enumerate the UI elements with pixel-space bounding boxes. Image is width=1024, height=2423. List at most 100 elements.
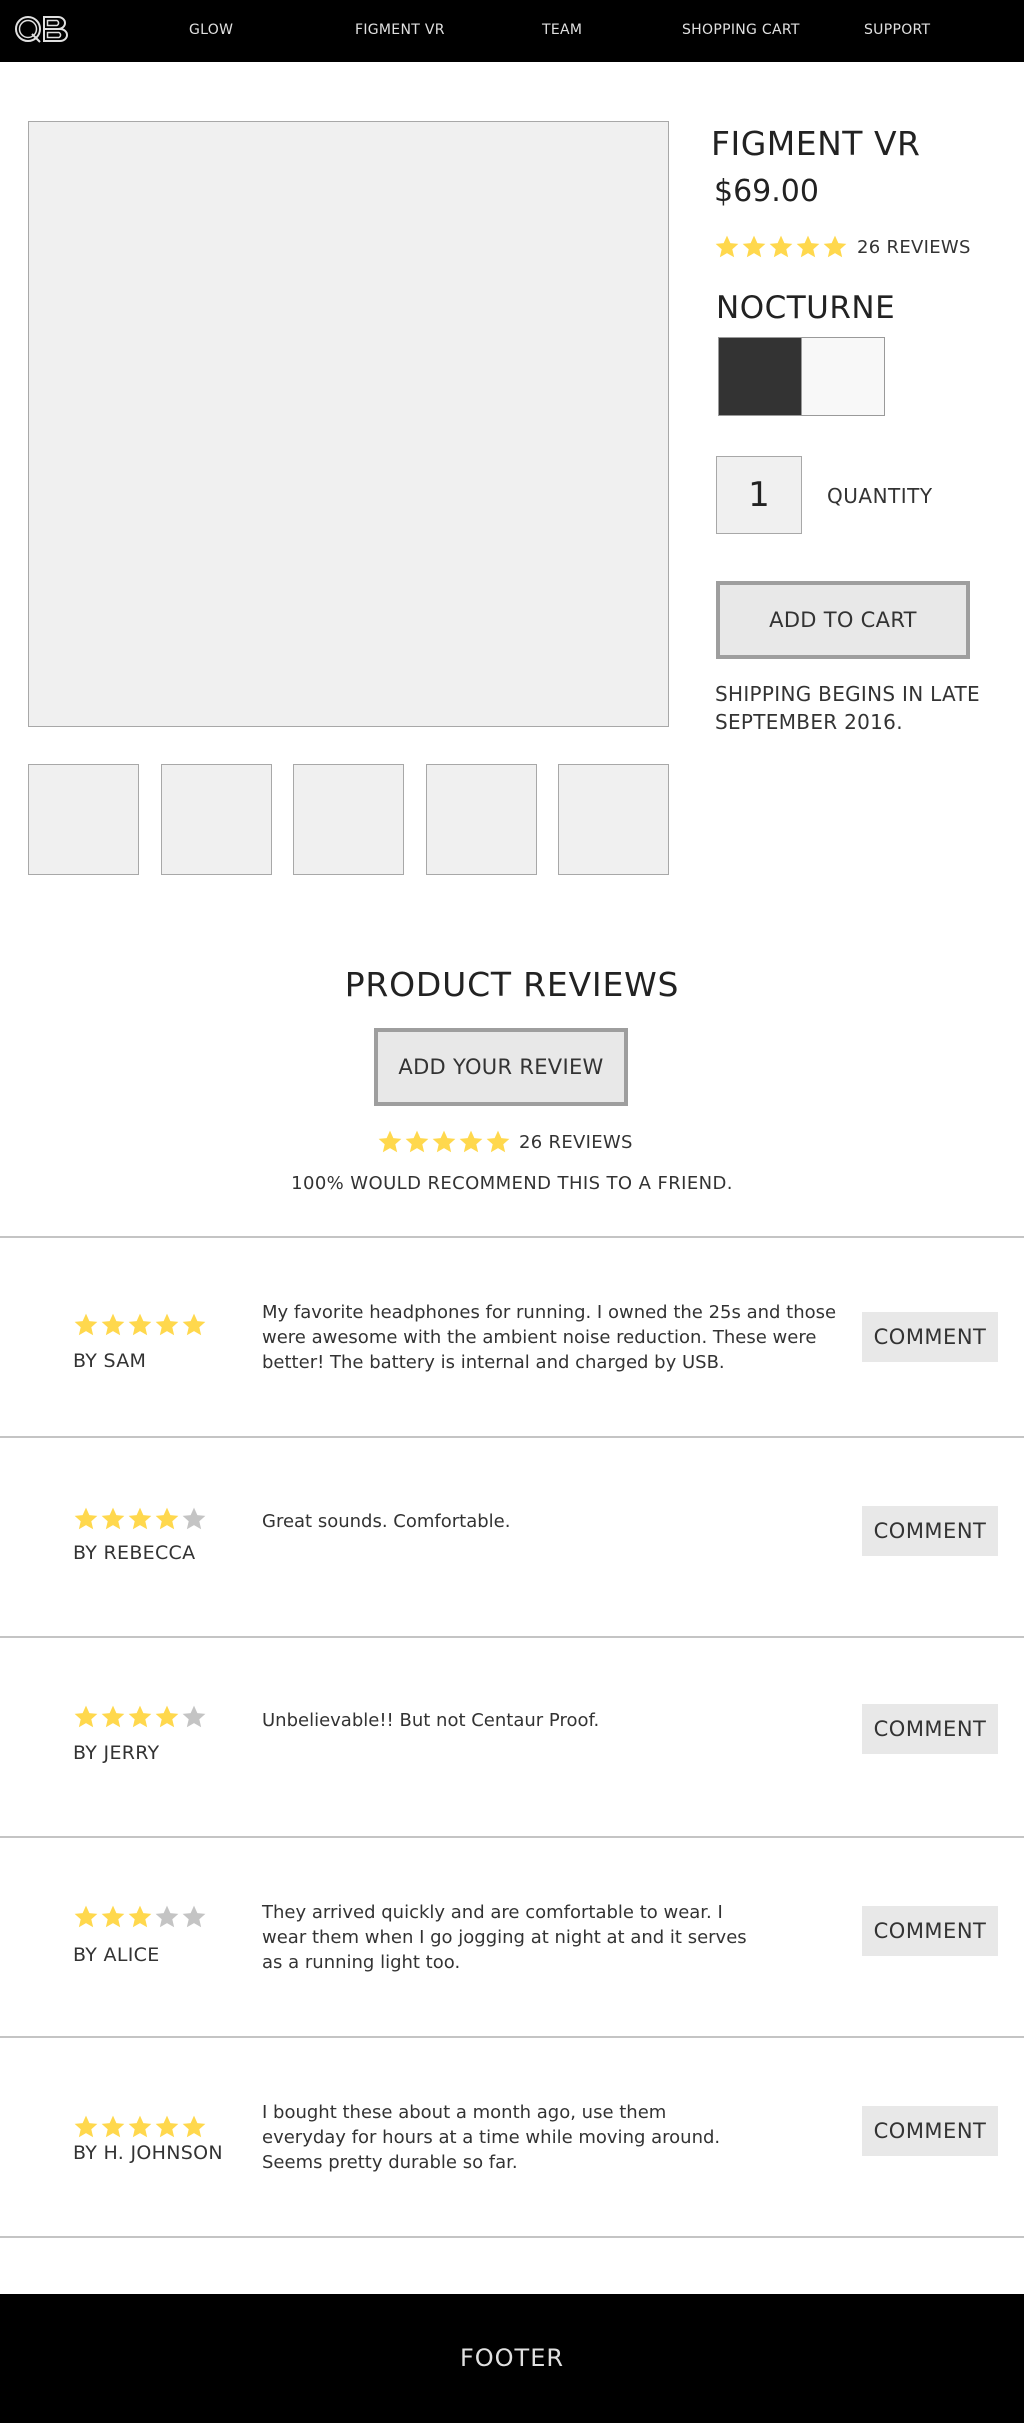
review-row: BY ALICE They arrived quickly and are co… xyxy=(0,1838,1024,2036)
star-filled-icon xyxy=(155,1313,179,1336)
review-text-line: My favorite headphones for running. I ow… xyxy=(262,1302,837,1323)
star-filled-icon xyxy=(742,235,766,258)
qb-logo[interactable] xyxy=(14,14,68,44)
swatch-nocturne[interactable] xyxy=(718,337,802,416)
swatch-white[interactable] xyxy=(801,337,885,416)
star-filled-icon xyxy=(155,1507,179,1530)
footer: FOOTER xyxy=(0,2294,1024,2423)
review-author: BY JERRY xyxy=(73,1742,160,1764)
reviews-rating-stars xyxy=(377,1129,511,1155)
review-row: BY SAM My favorite headphones for runnin… xyxy=(0,1238,1024,1436)
nav-team[interactable]: TEAM xyxy=(542,22,582,38)
comment-button[interactable]: COMMENT xyxy=(862,1506,998,1556)
product-thumbnail[interactable] xyxy=(426,764,537,875)
review-text-line: Unbelievable!! But not Centaur Proof. xyxy=(262,1710,600,1731)
star-filled-icon xyxy=(74,1905,98,1928)
star-filled-icon xyxy=(101,1905,125,1928)
review-text: My favorite headphones for running. I ow… xyxy=(262,1300,836,1375)
nav-figment-vr[interactable]: FIGMENT VR xyxy=(355,22,445,38)
review-stars xyxy=(73,1904,207,1930)
review-stars xyxy=(73,1704,207,1730)
star-filled-icon xyxy=(74,1313,98,1336)
product-thumbnail[interactable] xyxy=(293,764,404,875)
review-text-line: wear them when I go jogging at night at … xyxy=(262,1927,747,1948)
review-text-line: better! The battery is internal and char… xyxy=(262,1352,725,1373)
star-filled-icon xyxy=(128,1705,152,1728)
review-text-line: Great sounds. Comfortable. xyxy=(262,1511,511,1532)
review-row: BY H. JOHNSON I bought these about a mon… xyxy=(0,2038,1024,2236)
review-author: BY H. JOHNSON xyxy=(73,2142,223,2164)
star-filled-icon xyxy=(74,1507,98,1530)
star-filled-icon xyxy=(769,235,793,258)
review-text: They arrived quickly and are comfortable… xyxy=(262,1900,747,1975)
star-filled-icon xyxy=(101,1313,125,1336)
star-filled-icon xyxy=(74,1705,98,1728)
star-filled-icon xyxy=(155,1705,179,1728)
review-text-line: I bought these about a month ago, use th… xyxy=(262,2102,667,2123)
star-filled-icon xyxy=(101,2115,125,2138)
divider xyxy=(0,2236,1024,2238)
star-filled-icon xyxy=(182,1313,206,1336)
quantity-label: QUANTITY xyxy=(827,484,933,508)
review-text-line: were awesome with the ambient noise redu… xyxy=(262,1327,817,1348)
star-empty-icon xyxy=(182,1507,206,1530)
product-thumbnail[interactable] xyxy=(558,764,669,875)
star-filled-icon xyxy=(823,235,847,258)
star-filled-icon xyxy=(128,2115,152,2138)
quantity-input[interactable]: 1 xyxy=(716,456,802,534)
review-author: BY SAM xyxy=(73,1350,147,1372)
star-filled-icon xyxy=(101,1705,125,1728)
star-filled-icon xyxy=(155,2115,179,2138)
comment-button[interactable]: COMMENT xyxy=(862,1906,998,1956)
review-row: BY REBECCA Great sounds. Comfortable. CO… xyxy=(0,1438,1024,1636)
star-filled-icon xyxy=(405,1130,429,1153)
product-thumbnail[interactable] xyxy=(28,764,139,875)
add-to-cart-button[interactable]: ADD TO CART xyxy=(716,581,970,659)
shipping-note: SHIPPING BEGINS IN LATE SEPTEMBER 2016. xyxy=(715,682,980,734)
review-stars xyxy=(73,1312,207,1338)
add-review-button[interactable]: ADD YOUR REVIEW xyxy=(374,1028,628,1106)
comment-button[interactable]: COMMENT xyxy=(862,2106,998,2156)
review-text: Unbelievable!! But not Centaur Proof. xyxy=(262,1708,599,1733)
product-title: FIGMENT VR xyxy=(711,124,921,163)
recommend-text: 100% WOULD RECOMMEND THIS TO A FRIEND. xyxy=(291,1173,733,1194)
star-empty-icon xyxy=(155,1905,179,1928)
star-filled-icon xyxy=(128,1507,152,1530)
product-reviews-link[interactable]: 26 REVIEWS xyxy=(857,237,971,258)
star-filled-icon xyxy=(128,1313,152,1336)
star-filled-icon xyxy=(128,1905,152,1928)
star-filled-icon xyxy=(378,1130,402,1153)
star-filled-icon xyxy=(715,235,739,258)
review-row: BY JERRY Unbelievable!! But not Centaur … xyxy=(0,1638,1024,1836)
review-author: BY REBECCA xyxy=(73,1542,196,1564)
comment-button[interactable]: COMMENT xyxy=(862,1704,998,1754)
star-empty-icon xyxy=(182,1705,206,1728)
review-text-line: everyday for hours at a time while movin… xyxy=(262,2127,721,2148)
star-filled-icon xyxy=(432,1130,456,1153)
star-filled-icon xyxy=(182,2115,206,2138)
star-filled-icon xyxy=(74,2115,98,2138)
star-filled-icon xyxy=(459,1130,483,1153)
nav-shopping-cart[interactable]: SHOPPING CART xyxy=(682,22,800,38)
review-text-line: as a running light too. xyxy=(262,1952,461,1973)
top-navigation: GLOW FIGMENT VR TEAM SHOPPING CART SUPPO… xyxy=(0,0,1024,62)
nav-glow[interactable]: GLOW xyxy=(189,22,233,38)
review-text-line: Seems pretty durable so far. xyxy=(262,2152,518,2173)
star-filled-icon xyxy=(796,235,820,258)
review-text: Great sounds. Comfortable. xyxy=(262,1509,510,1534)
comment-button[interactable]: COMMENT xyxy=(862,1312,998,1362)
product-price: $69.00 xyxy=(714,174,819,209)
reviews-title: PRODUCT REVIEWS xyxy=(344,965,680,1004)
product-main-image xyxy=(28,121,669,727)
nav-support[interactable]: SUPPORT xyxy=(864,22,930,38)
footer-label: FOOTER xyxy=(459,2344,565,2372)
star-filled-icon xyxy=(486,1130,510,1153)
review-author: BY ALICE xyxy=(73,1944,160,1966)
product-color-name: NOCTURNE xyxy=(716,290,896,326)
product-rating-stars xyxy=(714,234,848,260)
review-stars xyxy=(73,1506,207,1532)
product-thumbnail[interactable] xyxy=(161,764,272,875)
star-filled-icon xyxy=(101,1507,125,1530)
reviews-count: 26 REVIEWS xyxy=(519,1132,633,1153)
star-empty-icon xyxy=(182,1905,206,1928)
